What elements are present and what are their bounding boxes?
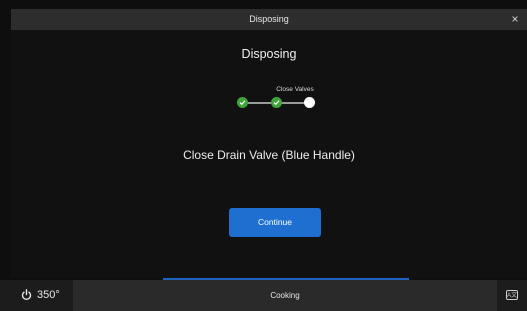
current-step-label: Close Valves	[276, 86, 314, 93]
check-icon	[239, 100, 246, 106]
close-button[interactable]: ×	[507, 9, 523, 30]
temperature-button[interactable]: 350°	[0, 280, 73, 311]
progress-stepper	[237, 96, 317, 112]
power-icon	[21, 289, 32, 301]
temperature-value: 350°	[37, 289, 60, 301]
disposing-modal: Disposing × Disposing Close Valves Close…	[11, 9, 527, 278]
modal-body: Disposing Close Valves Close Drain Valve…	[11, 30, 527, 278]
modal-title: Disposing	[249, 14, 289, 24]
screen: Disposing × Disposing Close Valves Close…	[0, 0, 527, 311]
step-2-complete	[271, 97, 282, 108]
step-connector	[281, 102, 305, 104]
step-connector	[247, 102, 273, 104]
language-button[interactable]: A文	[497, 280, 527, 311]
modal-titlebar: Disposing ×	[11, 9, 527, 30]
instruction-text: Close Drain Valve (Blue Handle)	[183, 148, 355, 162]
status-label: Cooking	[270, 291, 300, 300]
check-icon	[273, 100, 280, 106]
step-1-complete	[237, 97, 248, 108]
language-icon: A文	[506, 290, 518, 300]
step-3-current	[304, 97, 315, 108]
continue-button[interactable]: Continue	[229, 208, 321, 237]
page-title: Disposing	[241, 47, 297, 61]
